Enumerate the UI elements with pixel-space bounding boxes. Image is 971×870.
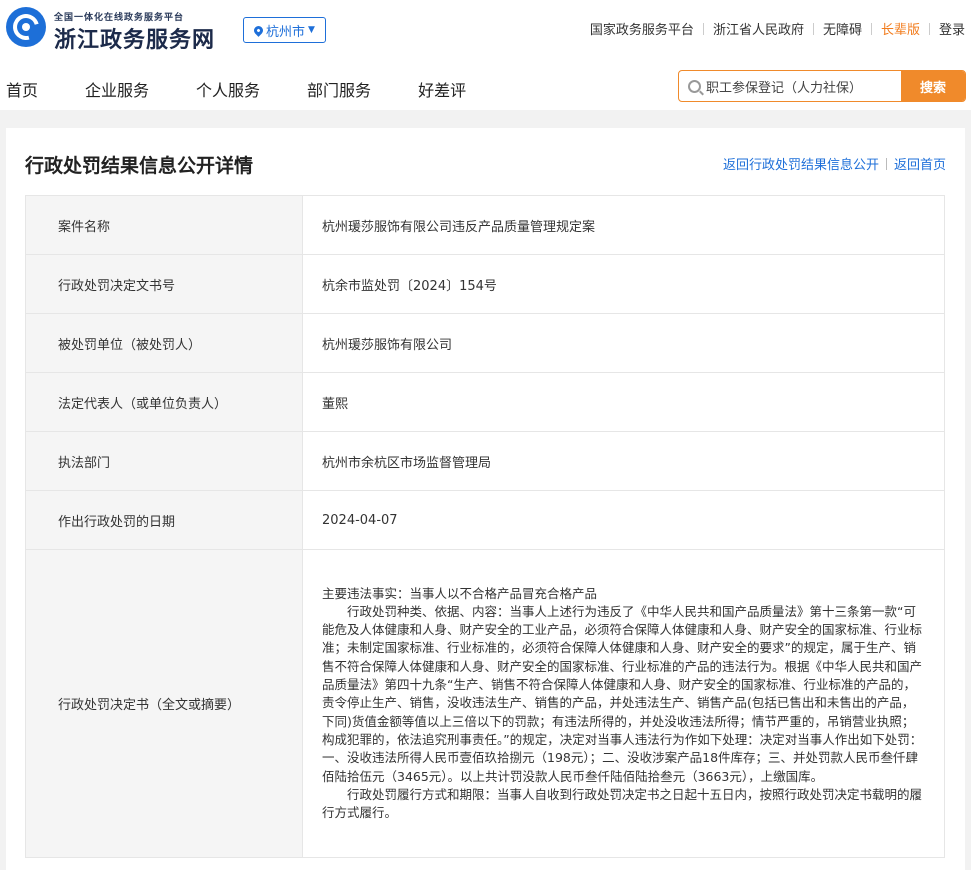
row-value: 杭州瑗莎服饰有限公司 [302,313,945,373]
table-row: 行政处罚决定文书号 杭余市监处罚〔2024〕154号 [25,254,945,314]
table-row: 作出行政处罚的日期 2024-04-07 [25,490,945,550]
decision-para-performance: 行政处罚履行方式和期限：当事人自收到行政处罚决定书之日起十五日内，按照行政处罚决… [322,786,923,821]
nav-personal[interactable]: 个人服务 [196,77,260,101]
row-value: 杭州瑗莎服饰有限公司违反产品质量管理规定案 [302,195,945,255]
city-selector[interactable]: 杭州市 ▼ [243,17,326,43]
logo-title[interactable]: 浙江政务服务网 [54,22,215,54]
row-label: 行政处罚决定文书号 [25,254,303,314]
table-row: 执法部门 杭州市余杭区市场监督管理局 [25,431,945,491]
table-row: 行政处罚决定书（全文或摘要） 主要违法事实：当事人以不合格产品冒充合格产品 行政… [25,549,945,858]
caret-down-icon: ▼ [308,25,315,35]
row-label: 执法部门 [25,431,303,491]
top-links: 国家政务服务平台 浙江省人民政府 无障碍 长辈版 登录 [590,19,965,38]
decision-para-penalty: 行政处罚种类、依据、内容：当事人上述行为违反了《中华人民共和国产品质量法》第十三… [322,603,923,784]
row-value: 杭州市余杭区市场监督管理局 [302,431,945,491]
row-label: 行政处罚决定书（全文或摘要） [25,549,303,858]
row-value: 董熙 [302,372,945,432]
back-to-home-link[interactable]: 返回首页 [894,154,946,173]
city-label: 杭州市 [266,24,306,40]
search-icon [688,79,701,93]
table-row: 被处罚单位（被处罚人） 杭州瑗莎服饰有限公司 [25,313,945,373]
site-logo-icon[interactable] [6,7,46,47]
row-label: 案件名称 [25,195,303,255]
link-accessibility[interactable]: 无障碍 [823,19,862,38]
main-nav: 首页 企业服务 个人服务 部门服务 好差评 [6,77,513,101]
nav-home[interactable]: 首页 [6,77,38,101]
link-elder-mode[interactable]: 长辈版 [881,19,920,38]
nav-department[interactable]: 部门服务 [307,77,371,101]
link-login[interactable]: 登录 [939,19,965,38]
nav-feedback[interactable]: 好差评 [418,77,466,101]
search-placeholder: 职工参保登记（人力社保） [706,80,863,96]
link-zhejiang-gov[interactable]: 浙江省人民政府 [713,19,804,38]
row-label: 作出行政处罚的日期 [25,490,303,550]
decision-text: 主要违法事实：当事人以不合格产品冒充合格产品 行政处罚种类、依据、内容：当事人上… [302,549,945,858]
divider [885,157,887,170]
link-national-platform[interactable]: 国家政务服务平台 [590,19,694,38]
divider [928,22,930,35]
panel-links: 返回行政处罚结果信息公开 返回首页 [723,154,946,173]
row-value: 杭余市监处罚〔2024〕154号 [302,254,945,314]
page-title: 行政处罚结果信息公开详情 [25,155,254,177]
table-row: 案件名称 杭州瑗莎服饰有限公司违反产品质量管理规定案 [25,195,945,255]
table-row: 法定代表人（或单位负责人） 董熙 [25,372,945,432]
detail-panel: 行政处罚结果信息公开详情 返回行政处罚结果信息公开 返回首页 案件名称 杭州瑗莎… [6,128,965,870]
search-button[interactable]: 搜索 [901,71,965,101]
search-input[interactable]: 职工参保登记（人力社保） [679,71,901,101]
row-value: 2024-04-07 [302,490,945,550]
divider [812,22,814,35]
location-pin-icon [252,23,265,37]
back-to-list-link[interactable]: 返回行政处罚结果信息公开 [723,154,879,173]
divider [870,22,872,35]
row-label: 法定代表人（或单位负责人） [25,372,303,432]
decision-para-facts: 主要违法事实：当事人以不合格产品冒充合格产品 [322,585,598,601]
nav-enterprise[interactable]: 企业服务 [85,77,149,101]
detail-table: 案件名称 杭州瑗莎服饰有限公司违反产品质量管理规定案 行政处罚决定文书号 杭余市… [25,195,945,858]
site-header: 全国一体化在线政务服务平台 浙江政务服务网 杭州市 ▼ 国家政务服务平台 浙江省… [0,0,971,110]
row-label: 被处罚单位（被处罚人） [25,313,303,373]
divider [702,22,704,35]
search-bar: 职工参保登记（人力社保） 搜索 [678,70,966,102]
